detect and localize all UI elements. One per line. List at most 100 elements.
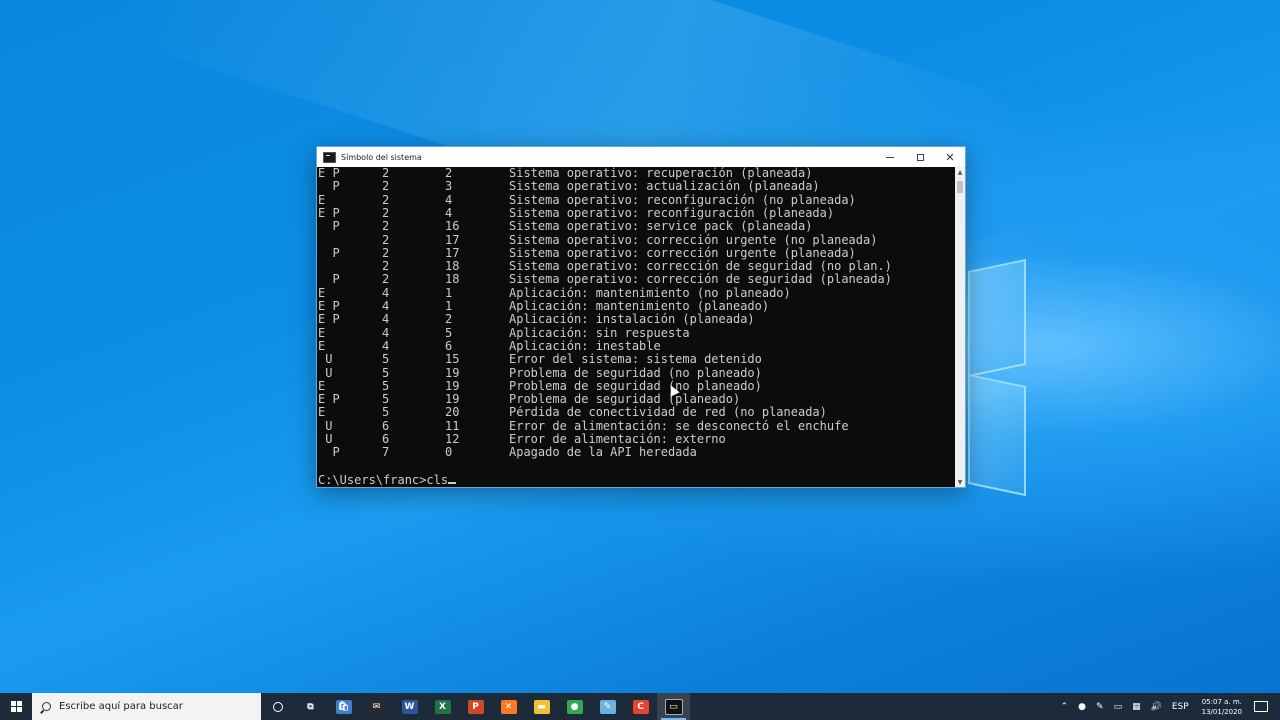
console-minor: 0 [445, 445, 453, 460]
console-flags: U [318, 352, 333, 367]
cortana-taskbar-button[interactable] [261, 693, 294, 720]
console-description: Aplicación: mantenimiento (no planeado) [509, 285, 791, 300]
show-hidden-icons-icon[interactable]: ⌃ [1061, 702, 1069, 712]
console-major: 2 [382, 259, 390, 274]
console-minor: 19 [445, 365, 460, 380]
language-indicator[interactable]: ESP [1172, 702, 1189, 712]
task-view-taskbar-button[interactable]: ⧉ [294, 693, 327, 720]
console-minor: 17 [445, 245, 460, 260]
console-flags: U [318, 418, 333, 433]
store-taskbar-button[interactable]: 🛍 [327, 693, 360, 720]
network-icon[interactable]: ▦ [1132, 702, 1141, 712]
console-flags: E P [318, 299, 340, 313]
cmd-taskbar-button[interactable]: ▭ [657, 693, 690, 720]
scroll-up-icon[interactable]: ▲ [955, 167, 965, 177]
console-description: Problema de seguridad (planeado) [509, 392, 741, 407]
mail-icon: ✉ [368, 699, 385, 714]
start-button[interactable] [0, 693, 32, 720]
command-prompt[interactable]: C:\Users\franc>cls [318, 473, 457, 487]
console-description: Problema de seguridad (no planeado) [509, 365, 762, 380]
console-description: Sistema operativo: corrección urgente (n… [509, 232, 878, 247]
chrome-taskbar-button[interactable]: ● [558, 693, 591, 720]
cmd-window[interactable]: Símbolo del sistema ✕ E P 2 2 Sistema opera… [316, 146, 966, 488]
console-major: 6 [382, 432, 390, 446]
console-description: Aplicación: sin respuesta [509, 325, 690, 340]
console-major: 4 [382, 338, 390, 353]
word-taskbar-button[interactable]: W [393, 693, 426, 720]
volume-icon[interactable]: 🔊 [1151, 702, 1162, 712]
console-flags: E P [318, 167, 340, 180]
powerpoint-taskbar-button[interactable]: P [459, 693, 492, 720]
console-major: 2 [382, 167, 390, 180]
console-output[interactable]: E P 2 2 Sistema operativo: recuperación (pl… [317, 167, 955, 487]
prompt-text: C:\Users\franc>cls [318, 473, 449, 487]
battery-icon[interactable]: ▭ [1114, 702, 1123, 712]
codeblocks-taskbar-button[interactable]: C [624, 693, 657, 720]
console-major: 4 [382, 285, 390, 300]
console-flags: E P [318, 392, 340, 407]
file-explorer-icon: ▬ [533, 699, 550, 714]
console-minor: 5 [445, 325, 453, 340]
maximize-button[interactable] [905, 147, 935, 167]
microphone-icon[interactable]: ● [1078, 702, 1086, 712]
console-description: Sistema operativo: corrección urgente (p… [509, 245, 856, 260]
console-major: 2 [382, 205, 390, 220]
console-flags: E [318, 325, 326, 340]
console-flags: E [318, 285, 326, 300]
close-icon: ✕ [945, 150, 955, 164]
console-description: Aplicación: instalación (planeada) [509, 312, 755, 327]
mail-taskbar-button[interactable]: ✉ [360, 693, 393, 720]
search-icon [42, 702, 51, 711]
chrome-icon: ● [566, 699, 583, 714]
console-flags: E [318, 338, 326, 353]
console-description: Sistema operativo: corrección de segurid… [509, 272, 892, 287]
console-description: Sistema operativo: actualización (planea… [509, 179, 820, 194]
console-minor: 4 [445, 192, 453, 207]
console-minor: 18 [445, 272, 460, 287]
task-view-icon: ⧉ [307, 701, 314, 712]
console-major: 5 [382, 392, 390, 407]
title-bar[interactable]: Símbolo del sistema ✕ [317, 147, 965, 167]
excel-taskbar-button[interactable]: X [426, 693, 459, 720]
console-description: Error de alimentación: se desconectó el … [509, 418, 849, 433]
console-description: Sistema operativo: reconfiguración (plan… [509, 205, 835, 220]
console-minor: 11 [445, 418, 460, 433]
console-minor: 18 [445, 259, 460, 274]
console-description: Aplicación: inestable [509, 338, 661, 353]
minimize-button[interactable] [875, 147, 905, 167]
clock[interactable]: 05:07 a. m. 13/01/2020 [1202, 697, 1242, 717]
logo-pane [968, 373, 1026, 497]
console-flags: E [318, 405, 326, 420]
excel-icon: X [434, 699, 451, 714]
console-description: Sistema operativo: corrección de segurid… [509, 259, 892, 274]
scroll-down-icon[interactable]: ▼ [955, 477, 965, 487]
minimize-icon [886, 156, 894, 158]
console-major: 2 [382, 219, 390, 234]
vertical-scrollbar[interactable]: ▲ ▼ [955, 167, 965, 487]
notification-center-icon[interactable] [1254, 701, 1268, 712]
notepad-taskbar-button[interactable]: ✎ [591, 693, 624, 720]
console-major: 5 [382, 352, 390, 367]
cmd-icon: ▭ [664, 698, 683, 715]
console-description: Sistema operativo: recuperación (planead… [509, 167, 813, 180]
file-explorer-taskbar-button[interactable]: ▬ [525, 693, 558, 720]
pen-icon[interactable]: ✎ [1096, 702, 1104, 712]
console-major: 2 [382, 245, 390, 260]
taskbar-search-box[interactable]: Escribe aquí para buscar [32, 693, 261, 720]
cmd-app-icon[interactable] [323, 151, 336, 163]
xampp-taskbar-button[interactable]: ✕ [492, 693, 525, 720]
text-cursor [448, 482, 457, 484]
console-major: 4 [382, 312, 390, 327]
console-minor: 12 [445, 432, 460, 446]
console-minor: 17 [445, 232, 460, 247]
console-description: Apagado de la API heredada [509, 445, 697, 460]
console-major: 7 [382, 445, 390, 460]
clock-date: 13/01/2020 [1201, 707, 1242, 716]
console-minor: 2 [445, 312, 453, 327]
console-description: Aplicación: mantenimiento (planeado) [509, 299, 770, 313]
console-flags: E [318, 378, 326, 393]
console-description: Problema de seguridad (no planeado) [509, 378, 762, 393]
console-minor: 15 [445, 352, 460, 367]
close-button[interactable]: ✕ [935, 147, 965, 167]
scroll-thumb[interactable] [957, 181, 963, 193]
